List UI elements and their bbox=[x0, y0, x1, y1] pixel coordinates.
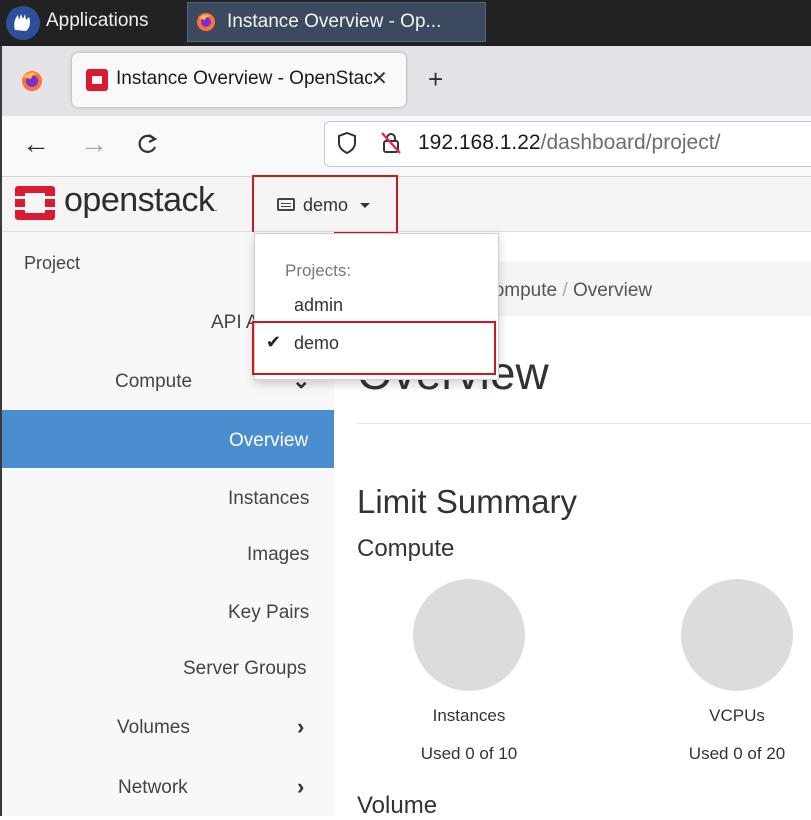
breadcrumb-overview: Overview bbox=[572, 280, 653, 301]
xfce-menu-icon[interactable] bbox=[6, 6, 40, 40]
sidebar-item-volumes[interactable]: Volumes bbox=[117, 717, 190, 739]
chevron-right-icon[interactable]: › bbox=[297, 714, 304, 740]
instances-usage: Used 0 of 10 bbox=[420, 744, 518, 763]
forward-arrow-icon[interactable]: → bbox=[80, 128, 108, 160]
vcpus-label: VCPUs bbox=[709, 706, 765, 725]
sidebar-item-compute[interactable]: Compute bbox=[115, 371, 192, 393]
breadcrumb-trail: Compute / Overview bbox=[480, 280, 652, 302]
new-tab-icon[interactable]: + bbox=[428, 64, 443, 95]
taskbar-window-label: Instance Overview - Op... bbox=[227, 11, 442, 32]
project-selector-label: demo bbox=[303, 195, 349, 215]
firefox-icon bbox=[196, 12, 216, 32]
url-text[interactable]: 192.168.1.22/dashboard/project/ bbox=[418, 131, 720, 155]
back-arrow-icon[interactable]: ← bbox=[22, 128, 50, 160]
vcpus-pie-chart bbox=[681, 579, 793, 691]
instances-pie-chart bbox=[413, 579, 525, 691]
sidebar-item-instances[interactable]: Instances bbox=[228, 488, 309, 510]
reload-icon[interactable] bbox=[134, 127, 160, 164]
checkmark-icon: ✔ bbox=[266, 332, 282, 352]
caret-down-icon bbox=[360, 203, 370, 208]
sidebar-item-key-pairs[interactable]: Key Pairs bbox=[228, 602, 309, 624]
firefox-view-icon[interactable] bbox=[20, 69, 44, 93]
divider bbox=[357, 423, 811, 424]
sidebar-item-network[interactable]: Network bbox=[118, 777, 188, 799]
chevron-right-icon[interactable]: › bbox=[297, 774, 304, 800]
sidebar-item-overview-label: Overview bbox=[229, 430, 309, 451]
instances-label: Instances bbox=[432, 706, 506, 725]
dropdown-item-demo[interactable]: demo bbox=[294, 333, 339, 354]
openstack-logo-icon[interactable] bbox=[14, 184, 56, 227]
breadcrumb-separator: / bbox=[562, 280, 568, 301]
window-border bbox=[0, 46, 2, 816]
limit-summary-heading: Limit Summary bbox=[357, 483, 578, 520]
dropdown-item-admin[interactable]: admin bbox=[294, 295, 343, 316]
sidebar-item-project[interactable]: Project bbox=[24, 253, 80, 274]
openstack-favicon-icon bbox=[85, 68, 109, 92]
sidebar-item-server-groups[interactable]: Server Groups bbox=[183, 658, 307, 680]
url-path: /dashboard/project/ bbox=[540, 131, 721, 154]
compute-heading: Compute bbox=[357, 535, 455, 562]
openstack-wordmark[interactable]: openstack. bbox=[64, 181, 217, 220]
project-dropdown-menu bbox=[254, 233, 499, 380]
tab-title: Instance Overview - OpenStack Dashboard bbox=[116, 68, 372, 89]
close-tab-icon[interactable]: ✕ bbox=[371, 66, 388, 91]
applications-menu[interactable]: Applications bbox=[46, 10, 148, 32]
sidebar-item-images[interactable]: Images bbox=[247, 544, 309, 566]
dropdown-header: Projects: bbox=[285, 261, 352, 280]
project-list-icon bbox=[277, 198, 295, 211]
brand-mark: . bbox=[214, 202, 218, 214]
vcpus-usage: Used 0 of 20 bbox=[688, 744, 786, 763]
insecure-lock-icon[interactable] bbox=[380, 131, 402, 160]
brand-name: openstack bbox=[64, 181, 215, 219]
shield-icon[interactable] bbox=[336, 131, 358, 160]
url-host: 192.168.1.22 bbox=[418, 131, 541, 154]
